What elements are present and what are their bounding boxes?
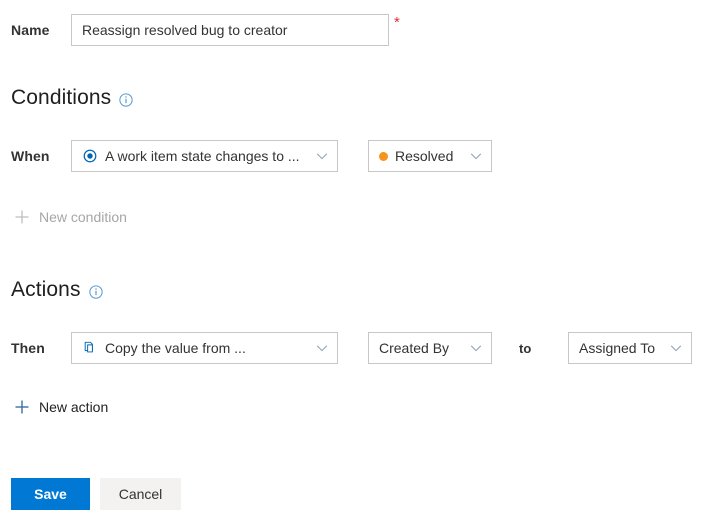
new-action-button[interactable]: New action — [14, 399, 108, 415]
info-circle-icon[interactable] — [88, 285, 103, 299]
condition-state-dropdown[interactable]: Resolved — [368, 140, 492, 172]
conditions-title: Conditions — [11, 86, 112, 109]
required-asterisk: * — [394, 14, 400, 31]
name-field-row: Name * — [11, 14, 400, 46]
action-type-dropdown[interactable]: Copy the value from ... — [71, 332, 338, 364]
info-circle-icon[interactable] — [119, 93, 133, 107]
new-condition-button[interactable]: New condition — [14, 209, 127, 225]
chevron-down-icon — [316, 345, 328, 352]
name-label: Name — [11, 22, 50, 38]
cancel-button[interactable]: Cancel — [100, 478, 181, 510]
chevron-down-icon — [670, 345, 682, 352]
copy-icon — [82, 340, 98, 356]
plus-icon — [15, 400, 29, 414]
chevron-down-icon — [316, 153, 328, 160]
condition-event-dropdown[interactable]: A work item state changes to ... — [71, 140, 338, 172]
actions-section-heading: Actions — [11, 278, 103, 302]
chevron-down-icon — [470, 345, 482, 352]
action-type-value: Copy the value from ... — [105, 340, 246, 356]
condition-state-value: Resolved — [395, 148, 454, 164]
action-target-field-dropdown[interactable]: Assigned To — [568, 332, 692, 364]
to-label: to — [519, 341, 532, 356]
new-action-label: New action — [39, 399, 109, 415]
save-button[interactable]: Save — [11, 478, 90, 510]
action-source-field-value: Created By — [379, 340, 450, 356]
state-dot-icon — [379, 151, 388, 161]
when-condition-row: When A work item state changes to ... — [11, 140, 338, 172]
action-source-field-dropdown[interactable]: Created By — [368, 332, 492, 364]
when-label: When — [11, 148, 50, 164]
condition-event-value: A work item state changes to ... — [105, 148, 300, 164]
chevron-down-icon — [470, 153, 482, 160]
then-action-row: Then Copy the value from ... — [11, 332, 338, 364]
new-condition-label: New condition — [39, 209, 127, 225]
conditions-section-heading: Conditions — [11, 86, 133, 110]
name-input[interactable] — [71, 14, 389, 46]
target-circle-icon — [82, 148, 98, 164]
action-target-field-value: Assigned To — [579, 340, 656, 356]
then-label: Then — [11, 340, 45, 356]
actions-title: Actions — [11, 278, 81, 301]
plus-icon — [15, 210, 29, 224]
